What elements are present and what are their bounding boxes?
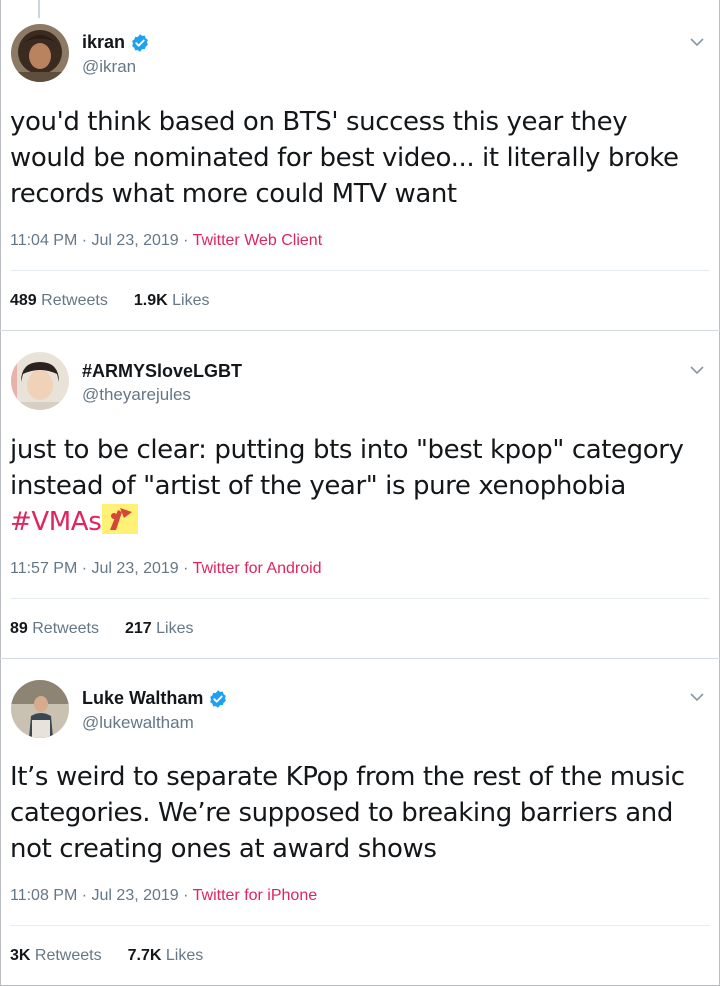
tweet-separator <box>0 658 720 659</box>
likes-count[interactable]: 1.9K Likes <box>134 292 210 310</box>
divider <box>10 925 710 926</box>
author-handle[interactable]: @theyarejules <box>82 385 191 405</box>
emoji-icon <box>102 504 139 534</box>
tweet-timestamp[interactable]: 11:08 PM · Jul 23, 2019 · <box>10 887 193 904</box>
tweet-timestamp[interactable]: 11:04 PM · Jul 23, 2019 · <box>10 232 193 249</box>
author-row: Luke Waltham <box>82 688 228 709</box>
avatar[interactable] <box>11 352 69 410</box>
tweet-source-link[interactable]: Twitter for Android <box>193 560 322 577</box>
avatar[interactable] <box>11 680 69 738</box>
retweets-count[interactable]: 489 Retweets <box>10 292 108 310</box>
tweet-text: just to be clear: putting bts into "best… <box>10 432 710 540</box>
tweet-meta: 11:04 PM · Jul 23, 2019 · Twitter Web Cl… <box>10 232 322 250</box>
tweet-stats: 489 Retweets 1.9K Likes <box>10 292 209 310</box>
retweets-count[interactable]: 3K Retweets <box>10 947 102 965</box>
author-row: #ARMYSloveLGBT <box>82 361 242 382</box>
tweet-text: It’s weird to separate KPop from the res… <box>10 762 685 864</box>
author-row: ikran <box>82 32 150 53</box>
verified-badge-icon <box>132 33 148 52</box>
author-name[interactable]: Luke Waltham <box>82 688 203 709</box>
tweet-separator <box>0 330 720 331</box>
tweet-timestamp[interactable]: 11:57 PM · Jul 23, 2019 · <box>10 560 193 577</box>
avatar[interactable] <box>11 24 69 82</box>
divider <box>10 270 710 271</box>
author-name[interactable]: #ARMYSloveLGBT <box>82 361 242 382</box>
retweets-count[interactable]: 89 Retweets <box>10 620 99 638</box>
tweet-source-link[interactable]: Twitter Web Client <box>193 232 323 249</box>
author-handle[interactable]: @lukewaltham <box>82 713 194 733</box>
chevron-down-icon[interactable] <box>690 692 704 702</box>
tweet-stats: 89 Retweets 217 Likes <box>10 620 193 638</box>
tweet-source-link[interactable]: Twitter for iPhone <box>193 887 318 904</box>
author-name[interactable]: ikran <box>82 32 125 53</box>
divider <box>10 598 710 599</box>
tweet-meta: 11:57 PM · Jul 23, 2019 · Twitter for An… <box>10 560 322 578</box>
thread-connector-line <box>38 0 40 18</box>
tweet-text: you'd think based on BTS' success this y… <box>10 107 679 209</box>
likes-count[interactable]: 7.7K Likes <box>128 947 204 965</box>
verified-badge-icon <box>210 689 227 708</box>
hashtag-link[interactable]: #VMAs <box>10 507 102 537</box>
tweet-stats: 3K Retweets 7.7K Likes <box>10 947 203 965</box>
tweet-text-content: just to be clear: putting bts into "best… <box>10 435 684 501</box>
likes-count[interactable]: 217 Likes <box>125 620 194 638</box>
chevron-down-icon[interactable] <box>690 365 704 375</box>
tweet-meta: 11:08 PM · Jul 23, 2019 · Twitter for iP… <box>10 887 317 905</box>
author-handle[interactable]: @ikran <box>82 57 136 77</box>
chevron-down-icon[interactable] <box>690 37 704 47</box>
